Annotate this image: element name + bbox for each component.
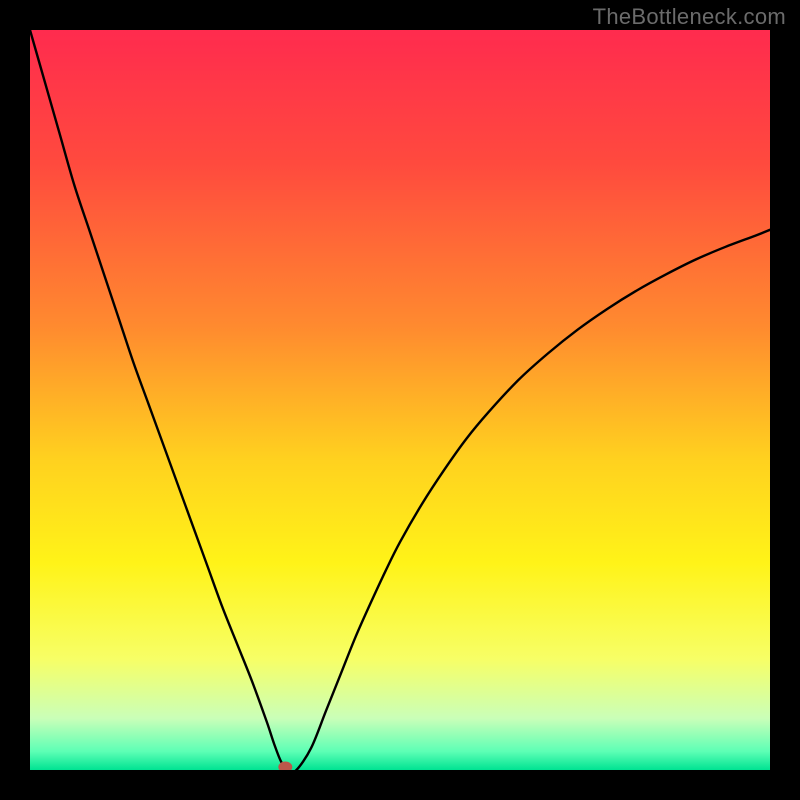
watermark-text: TheBottleneck.com <box>593 4 786 30</box>
chart-frame: TheBottleneck.com <box>0 0 800 800</box>
plot-area <box>30 30 770 770</box>
balance-marker <box>279 762 292 770</box>
plot-svg <box>30 30 770 770</box>
gradient-background <box>30 30 770 770</box>
